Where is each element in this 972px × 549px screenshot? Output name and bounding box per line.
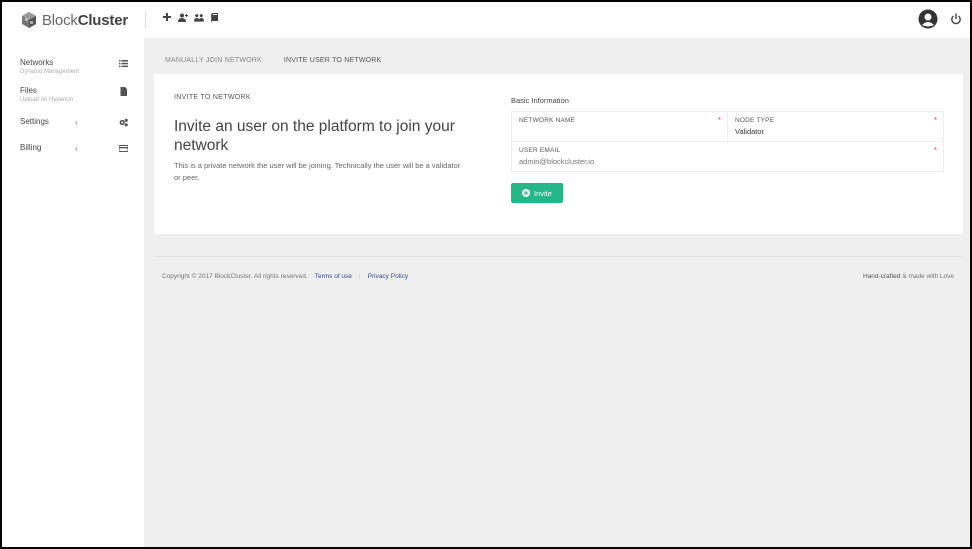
- user-avatar-icon[interactable]: [918, 9, 938, 29]
- field-label: USER EMAIL: [519, 147, 561, 154]
- tab-bar: MANUALLY JOIN NETWORK INVITE USER TO NET…: [154, 38, 393, 80]
- invite-button[interactable]: Invite: [511, 183, 563, 203]
- required-indicator: *: [717, 116, 721, 125]
- sidebar-item-sublabel: Dynamo Management: [20, 69, 80, 75]
- terms-link[interactable]: Terms of use: [315, 273, 352, 280]
- copyright-text: Copyright © 2017 BlockCluster. All right…: [162, 273, 308, 280]
- chevron-left-icon: ‹: [75, 118, 78, 127]
- sidebar-item-label: Settings: [20, 117, 49, 126]
- footer-right: Hand-crafted & made with Love: [863, 273, 954, 280]
- made-with-text: & made with Love: [900, 273, 954, 280]
- user-email-input[interactable]: [519, 157, 719, 166]
- sidebar: Networks Dynamo Management Files Upload …: [2, 38, 145, 547]
- footer-divider: [154, 256, 963, 257]
- logo-text-bold: Cluster: [77, 11, 128, 29]
- gears-icon: [119, 118, 128, 127]
- footer-separator: |: [358, 273, 361, 280]
- app-window: BlockCluster Networks Dynamo Management …: [0, 0, 972, 549]
- sidebar-item-label: Files: [20, 86, 37, 95]
- sidebar-item-networks[interactable]: Networks Dynamo Management: [20, 58, 128, 75]
- sidebar-item-label: Billing: [20, 143, 42, 152]
- logo-text-light: Block: [42, 11, 78, 29]
- field-label: NETWORK NAME: [519, 117, 576, 124]
- sidebar-item-settings[interactable]: Settings ‹: [20, 117, 128, 127]
- logo[interactable]: BlockCluster: [20, 10, 128, 30]
- description-text: This is a private network the user will …: [174, 161, 461, 182]
- network-name-field[interactable]: NETWORK NAME *: [511, 111, 728, 142]
- user-email-field[interactable]: USER EMAIL *: [511, 141, 944, 172]
- node-type-select[interactable]: NODE TYPE Validator *: [727, 111, 944, 142]
- file-icon: [120, 87, 127, 96]
- invite-button-label: Invite: [534, 188, 552, 198]
- book-icon[interactable]: [210, 12, 220, 22]
- section-title: INVITE TO NETWORK: [174, 94, 251, 101]
- main-content: MANUALLY JOIN NETWORK INVITE USER TO NET…: [145, 38, 970, 547]
- chevron-left-icon: ‹: [75, 144, 78, 153]
- logo-text: BlockCluster: [42, 12, 128, 29]
- required-indicator: *: [933, 116, 937, 125]
- plus-circle-icon: [522, 189, 531, 197]
- top-right-controls: [918, 9, 962, 29]
- tab-invite-user-to-network[interactable]: INVITE USER TO NETWORK: [273, 38, 393, 80]
- footer-left: Copyright © 2017 BlockCluster. All right…: [162, 273, 408, 280]
- power-icon[interactable]: [950, 13, 962, 25]
- list-icon: [119, 60, 128, 68]
- top-bar: BlockCluster: [2, 2, 970, 38]
- sidebar-item-label: Networks: [20, 58, 54, 67]
- invite-card: INVITE TO NETWORK Invite an user on the …: [154, 74, 963, 234]
- sidebar-item-files[interactable]: Files Upload on Hyperion: [20, 86, 128, 103]
- field-value: Validator: [735, 127, 765, 136]
- page-heading: Invite an user on the platform to join y…: [174, 118, 455, 154]
- required-indicator: *: [933, 146, 937, 155]
- sidebar-item-sublabel: Upload on Hyperion: [20, 97, 74, 103]
- top-divider: [145, 11, 146, 28]
- plus-icon[interactable]: [162, 12, 172, 22]
- field-label: NODE TYPE: [735, 117, 775, 124]
- credit-card-icon: [119, 145, 128, 152]
- users-icon[interactable]: [194, 12, 204, 22]
- form-title: Basic Information: [511, 96, 569, 105]
- add-user-icon[interactable]: [178, 12, 188, 22]
- top-actions: [162, 12, 220, 22]
- handcrafted-text: Hand-crafted: [862, 273, 901, 280]
- sidebar-item-billing[interactable]: Billing ‹: [20, 143, 128, 153]
- blockcluster-logo-icon: [22, 12, 36, 28]
- privacy-link[interactable]: Privacy Policy: [368, 273, 408, 280]
- tab-manually-join-network[interactable]: MANUALLY JOIN NETWORK: [154, 38, 273, 74]
